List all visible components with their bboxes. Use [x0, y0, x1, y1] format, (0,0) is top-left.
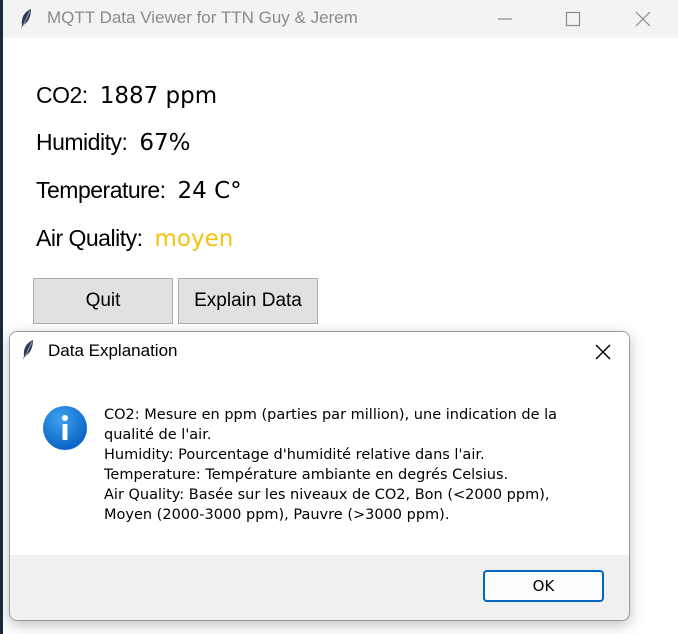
message-line: Moyen (2000-3000 ppm), Pauvre (>3000 ppm… [104, 507, 450, 523]
co2-label: CO2: [36, 82, 88, 108]
dialog-message: CO2: Mesure en ppm (parties par million)… [104, 405, 604, 525]
temperature-row: Temperature: 24 C° [36, 177, 242, 204]
temperature-label: Temperature: [36, 177, 166, 203]
ok-button[interactable]: OK [483, 570, 604, 602]
dialog-title: Data Explanation [48, 341, 178, 360]
main-window-title: MQTT Data Viewer for TTN Guy & Jerem [47, 8, 358, 27]
message-line: Temperature: Température ambiante en deg… [104, 467, 509, 483]
minimize-button[interactable] [482, 0, 528, 38]
minimize-icon [498, 18, 512, 20]
message-line: Air Quality: Basée sur les niveaux de CO… [104, 487, 550, 503]
tk-feather-icon [18, 8, 34, 34]
humidity-label: Humidity: [36, 129, 128, 155]
air-quality-value: moyen [154, 226, 234, 252]
co2-value: 1887 ppm [99, 83, 218, 109]
air-quality-label: Air Quality: [36, 225, 143, 251]
temperature-value: 24 C° [177, 178, 242, 204]
info-icon [42, 405, 88, 455]
quit-button[interactable]: Quit [33, 278, 173, 324]
humidity-value: 67% [139, 130, 191, 156]
tk-feather-icon [20, 339, 36, 365]
close-button[interactable] [620, 0, 666, 38]
message-line: qualité de l'air. [104, 427, 212, 443]
dialog-close-button[interactable] [589, 338, 617, 366]
dialog-titlebar[interactable]: Data Explanation [10, 332, 629, 370]
humidity-row: Humidity: 67% [36, 129, 190, 156]
maximize-button[interactable] [550, 0, 596, 38]
dialog-body: CO2: Mesure en ppm (parties par million)… [10, 370, 629, 555]
window-edge [0, 0, 3, 634]
close-icon [595, 344, 611, 360]
main-titlebar[interactable]: MQTT Data Viewer for TTN Guy & Jerem [3, 0, 678, 38]
explain-data-button[interactable]: Explain Data [178, 278, 318, 324]
co2-row: CO2: 1887 ppm [36, 82, 217, 109]
close-icon [635, 11, 651, 27]
message-line: Humidity: Pourcentage d'humidité relativ… [104, 447, 485, 463]
message-line: CO2: Mesure en ppm (parties par million)… [104, 407, 558, 423]
maximize-icon [565, 11, 581, 27]
data-explanation-dialog: Data Explanation CO2: Mesure en ppm (par… [9, 331, 630, 621]
air-quality-row: Air Quality: moyen [36, 225, 233, 252]
